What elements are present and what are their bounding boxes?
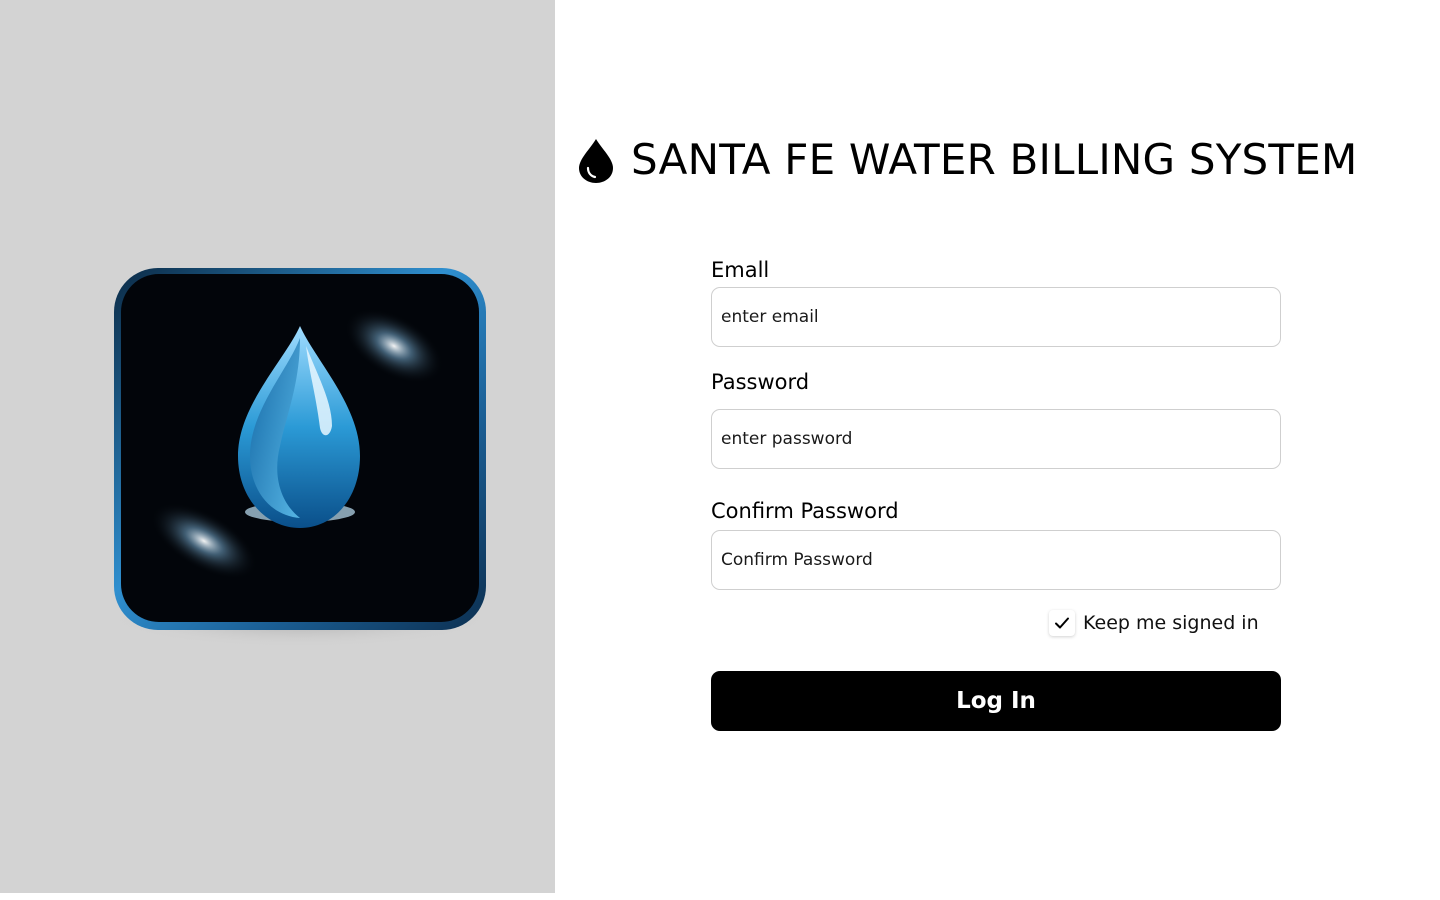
checkmark-icon xyxy=(1055,617,1069,629)
keep-signed-in-row[interactable]: Keep me signed in xyxy=(1049,610,1259,636)
water-drop-icon xyxy=(579,139,613,183)
confirm-password-label: Confirm Password xyxy=(711,499,899,523)
keep-signed-in-checkbox[interactable] xyxy=(1049,610,1075,636)
app-header: SANTA FE WATER BILLING SYSTEM xyxy=(576,134,1357,186)
keep-signed-in-label: Keep me signed in xyxy=(1083,612,1259,634)
login-button[interactable]: Log In xyxy=(711,671,1281,731)
app-logo xyxy=(104,266,496,656)
password-label: Password xyxy=(711,370,810,394)
email-label: Emall xyxy=(711,258,770,282)
left-panel xyxy=(0,0,555,893)
confirm-password-field[interactable] xyxy=(711,530,1281,590)
email-field[interactable] xyxy=(711,287,1281,347)
page-title: SANTA FE WATER BILLING SYSTEM xyxy=(631,135,1358,184)
password-field[interactable] xyxy=(711,409,1281,469)
